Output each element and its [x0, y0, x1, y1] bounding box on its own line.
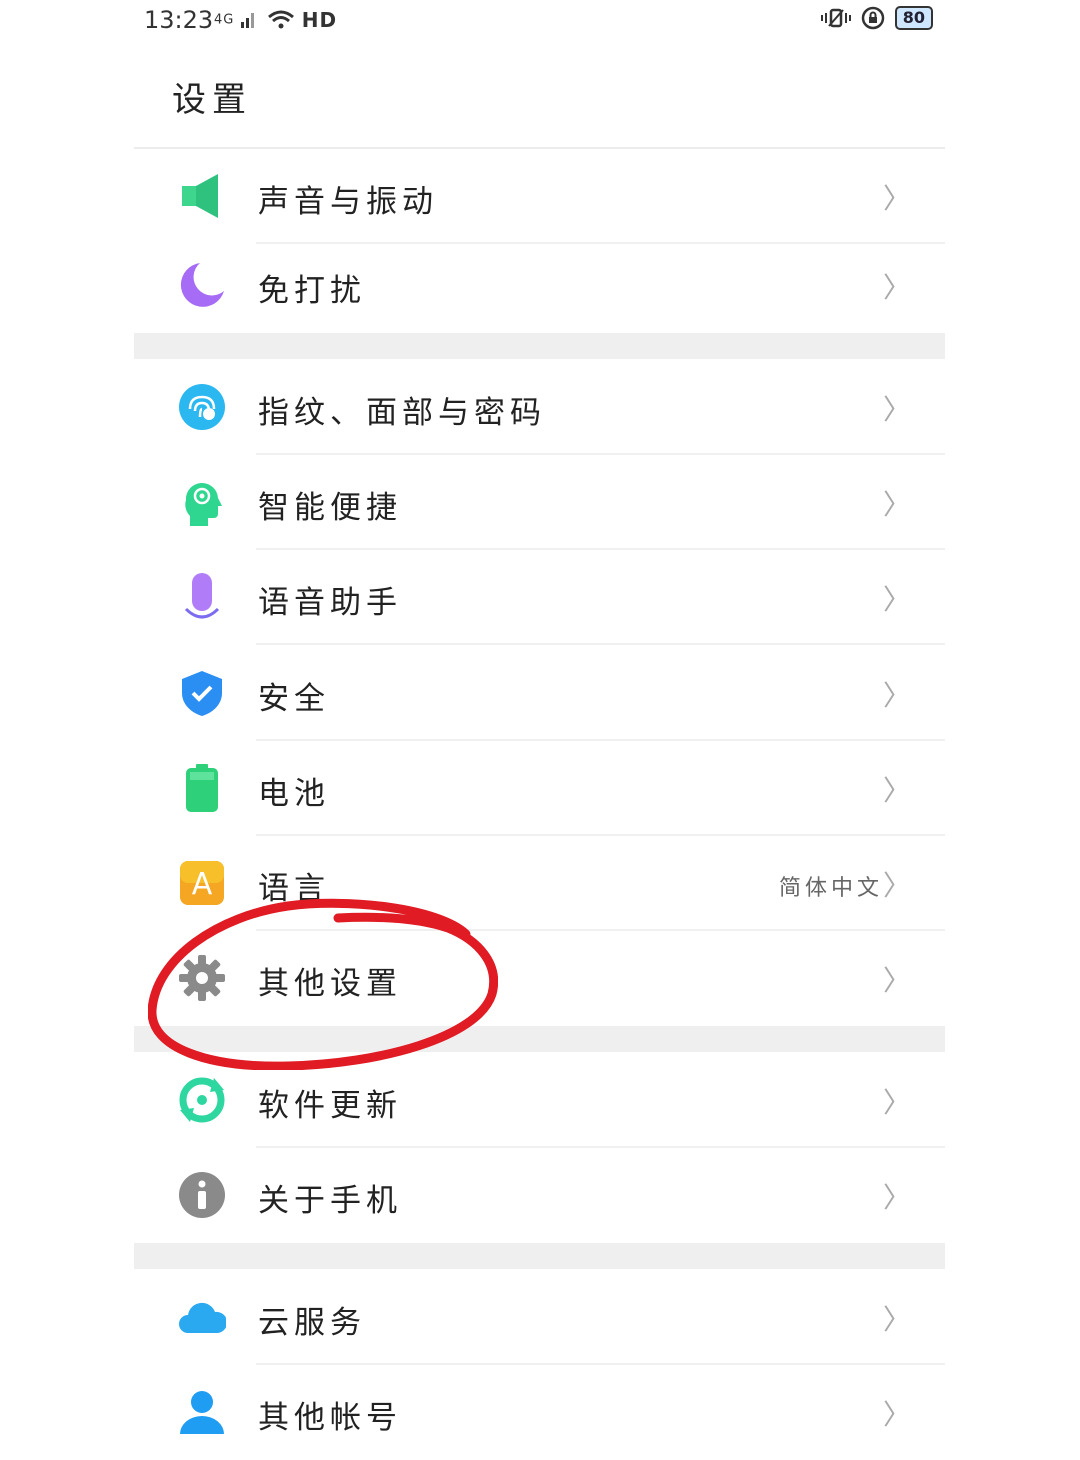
settings-item-sound[interactable]: 声音与振动 〉 — [134, 149, 945, 244]
settings-item-label: 智能便捷 — [258, 490, 402, 526]
settings-item-label: 免打扰 — [258, 273, 366, 309]
status-right: 80 — [820, 6, 933, 30]
settings-item-language[interactable]: A 语言 简体中文 〉 — [134, 836, 945, 931]
section-gap — [134, 1026, 945, 1052]
settings-screen: 13:23 4G HD 80 设置 声音与振动 〉 免打扰 〉 指纹、面部与密码… — [134, 0, 945, 1439]
page-title: 设置 — [172, 80, 252, 120]
chevron-right-icon: 〉 — [882, 774, 911, 807]
fingerprint-icon — [179, 384, 225, 430]
settings-item-label: 指纹、面部与密码 — [258, 395, 546, 431]
settings-item-security[interactable]: 安全 〉 — [134, 646, 945, 741]
chevron-right-icon: 〉 — [882, 488, 911, 521]
settings-item-label: 其他帐号 — [258, 1400, 402, 1436]
chevron-right-icon: 〉 — [882, 964, 911, 997]
settings-item-cloud-service[interactable]: 云服务 〉 — [134, 1270, 945, 1365]
gear-icon — [179, 955, 225, 1001]
chevron-right-icon: 〉 — [882, 271, 911, 304]
cloud-icon — [179, 1302, 226, 1333]
shield-icon — [182, 671, 222, 716]
chevron-right-icon: 〉 — [882, 869, 911, 902]
chevron-right-icon: 〉 — [882, 1181, 911, 1214]
moon-icon — [180, 263, 224, 307]
chevron-right-icon: 〉 — [882, 1303, 911, 1336]
section-gap — [134, 333, 945, 359]
status-bar: 13:23 4G HD 80 — [134, 0, 945, 44]
info-icon — [179, 1172, 225, 1218]
chevron-right-icon: 〉 — [882, 679, 911, 712]
network-signal-icon: 4G HD — [214, 8, 337, 32]
update-icon — [179, 1077, 225, 1123]
settings-item-label: 电池 — [258, 776, 330, 812]
settings-item-label: 其他设置 — [258, 966, 402, 1002]
settings-item-label: 云服务 — [258, 1305, 366, 1341]
settings-item-other-settings[interactable]: 其他设置 〉 — [134, 931, 945, 1026]
settings-item-label: 语音助手 — [258, 585, 402, 621]
microphone-icon — [184, 573, 220, 619]
chevron-right-icon: 〉 — [882, 1086, 911, 1119]
battery-icon — [186, 764, 218, 812]
settings-item-software-update[interactable]: 软件更新 〉 — [134, 1053, 945, 1148]
chevron-right-icon: 〉 — [882, 1398, 911, 1431]
settings-item-fingerprint-face-password[interactable]: 指纹、面部与密码 〉 — [134, 360, 945, 455]
status-time: 13:23 — [144, 6, 214, 34]
settings-item-smart-convenience[interactable]: 智能便捷 〉 — [134, 455, 945, 550]
row-divider — [256, 643, 945, 645]
svg-text:A: A — [192, 867, 213, 902]
rotation-lock-icon — [861, 6, 884, 30]
chevron-right-icon: 〉 — [882, 182, 911, 215]
network-type-label: 4G — [214, 12, 235, 28]
settings-item-other-accounts[interactable]: 其他帐号 〉 — [134, 1365, 945, 1460]
account-icon — [180, 1391, 224, 1434]
settings-item-do-not-disturb[interactable]: 免打扰 〉 — [134, 238, 945, 333]
settings-item-label: 安全 — [258, 681, 330, 717]
settings-item-label: 关于手机 — [258, 1183, 402, 1219]
chevron-right-icon: 〉 — [882, 583, 911, 616]
chevron-right-icon: 〉 — [882, 393, 911, 426]
hd-badge: HD — [301, 8, 338, 32]
smart-head-icon — [185, 482, 222, 526]
language-icon: A — [180, 861, 224, 905]
settings-item-about-phone[interactable]: 关于手机 〉 — [134, 1148, 945, 1243]
speaker-icon — [182, 174, 218, 218]
settings-item-battery[interactable]: 电池 〉 — [134, 741, 945, 836]
language-current-value: 简体中文 — [778, 876, 883, 901]
settings-item-label: 声音与振动 — [258, 184, 438, 220]
section-gap — [134, 1243, 945, 1269]
settings-item-voice-assistant[interactable]: 语音助手 〉 — [134, 550, 945, 645]
settings-item-label: 软件更新 — [258, 1088, 402, 1124]
wifi-icon — [267, 10, 294, 29]
battery-indicator: 80 — [894, 6, 933, 30]
settings-item-label: 语言 — [258, 871, 330, 907]
vibrate-icon — [820, 8, 851, 28]
